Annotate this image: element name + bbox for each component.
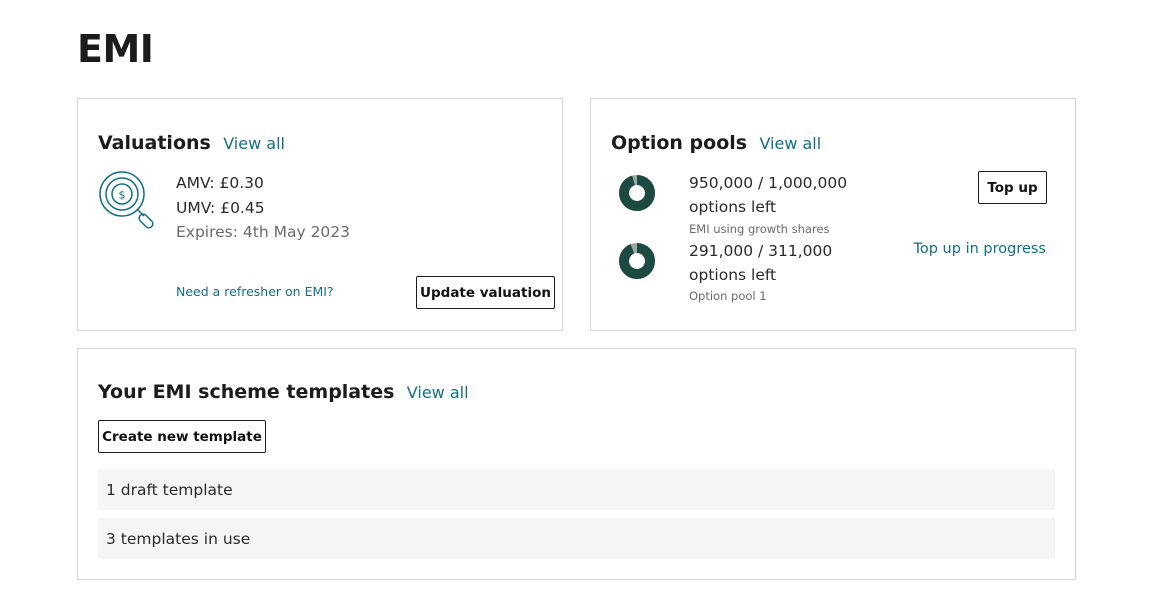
pool-donut-chart-icon [619,175,655,211]
pool-unit: options left [689,198,777,216]
pool-count: 950,000 / 1,000,000 [689,174,848,192]
pool-donut-chart-icon [619,243,655,279]
valuations-view-all-link[interactable]: View all [223,134,285,153]
page-title: EMI [77,27,154,71]
templates-title: Your EMI scheme templates [98,381,395,403]
valuation-details: AMV: £0.30 UMV: £0.45 Expires: 4th May 2… [176,171,350,245]
valuation-magnifier-icon: $ [99,171,154,229]
valuations-heading: Valuations View all [98,127,285,155]
update-valuation-button[interactable]: Update valuation [416,276,555,309]
option-pools-card: Option pools View all 950,000 / 1,000,00… [590,98,1076,331]
valuations-card: Valuations View all $ AMV: £0.30 UMV: £0… [77,98,563,331]
template-row-label: 1 draft template [106,480,233,499]
top-up-in-progress-link[interactable]: Top up in progress [913,241,1046,257]
emi-templates-card: Your EMI scheme templates View all Creat… [77,348,1076,580]
list-item[interactable]: 3 templates in use [98,518,1055,559]
pool-unit: options left [689,266,777,284]
umv-value: UMV: £0.45 [176,198,265,217]
template-row-label: 3 templates in use [106,529,251,548]
templates-heading: Your EMI scheme templates View all [98,376,469,404]
amv-value: AMV: £0.30 [176,174,264,192]
pool-options-left: 291,000 / 311,000 options left [689,239,832,287]
create-new-template-button[interactable]: Create new template [98,420,266,453]
option-pools-title: Option pools [611,132,748,154]
pool-count: 291,000 / 311,000 [689,242,833,260]
valuations-title: Valuations [98,132,211,154]
emi-refresher-link[interactable]: Need a refresher on EMI? [176,284,334,299]
pool-options-left: 950,000 / 1,000,000 options left [689,171,847,219]
templates-view-all-link[interactable]: View all [407,383,469,402]
svg-text:$: $ [119,189,126,202]
valuation-expiry: Expires: 4th May 2023 [176,223,351,241]
top-up-button[interactable]: Top up [978,171,1047,204]
option-pools-heading: Option pools View all [611,127,821,155]
list-item[interactable]: 1 draft template [98,469,1055,510]
pool-name: Option pool 1 [689,289,767,303]
pool-name: EMI using growth shares [689,222,830,236]
option-pools-view-all-link[interactable]: View all [759,134,821,153]
